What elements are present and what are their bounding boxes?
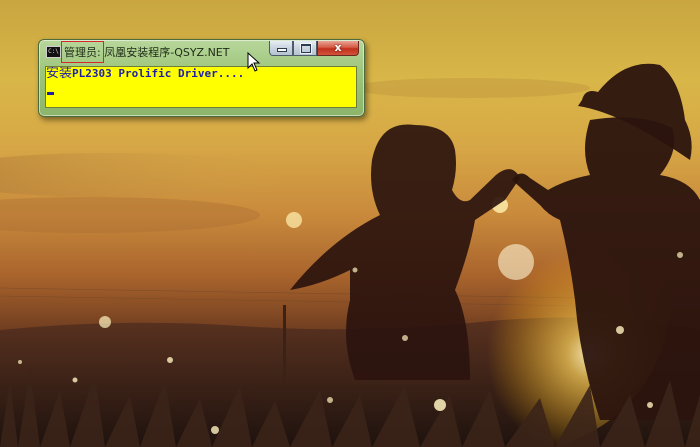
window-controls: x xyxy=(269,41,359,56)
console-window[interactable]: C:\ 管理员: 凤凰安装程序-QSYZ.NET x 安装PL2303 Prol… xyxy=(38,39,365,117)
cloud-band xyxy=(0,153,290,197)
maximize-button[interactable] xyxy=(293,41,317,56)
close-button[interactable]: x xyxy=(317,41,359,56)
title-bar[interactable]: C:\ 管理员: 凤凰安装程序-QSYZ.NET x xyxy=(39,40,364,63)
minimize-button[interactable] xyxy=(269,41,293,56)
console-cursor xyxy=(47,92,54,95)
mouse-pointer-icon xyxy=(247,52,261,72)
minimize-icon xyxy=(278,49,286,51)
cloud-band xyxy=(0,197,260,233)
desktop-wallpaper: C:\ 管理员: 凤凰安装程序-QSYZ.NET x 安装PL2303 Prol… xyxy=(0,0,700,447)
cmd-icon: C:\ xyxy=(46,46,61,58)
console-text: PL2303 Prolific Driver.... xyxy=(72,67,245,80)
title-admin-label: 管理员: xyxy=(61,41,104,63)
console-output-line: 安装PL2303 Prolific Driver.... xyxy=(46,67,244,81)
title-app-name: 凤凰安装程序-QSYZ.NET xyxy=(104,46,230,59)
console-output-area[interactable]: 安装PL2303 Prolific Driver.... xyxy=(45,66,357,108)
cloud-band xyxy=(350,78,590,98)
close-icon: x xyxy=(334,41,342,54)
utility-pole xyxy=(283,305,286,385)
maximize-icon xyxy=(301,44,311,53)
console-prefix: 安装 xyxy=(46,66,73,81)
window-title: 管理员: 凤凰安装程序-QSYZ.NET xyxy=(61,41,230,63)
